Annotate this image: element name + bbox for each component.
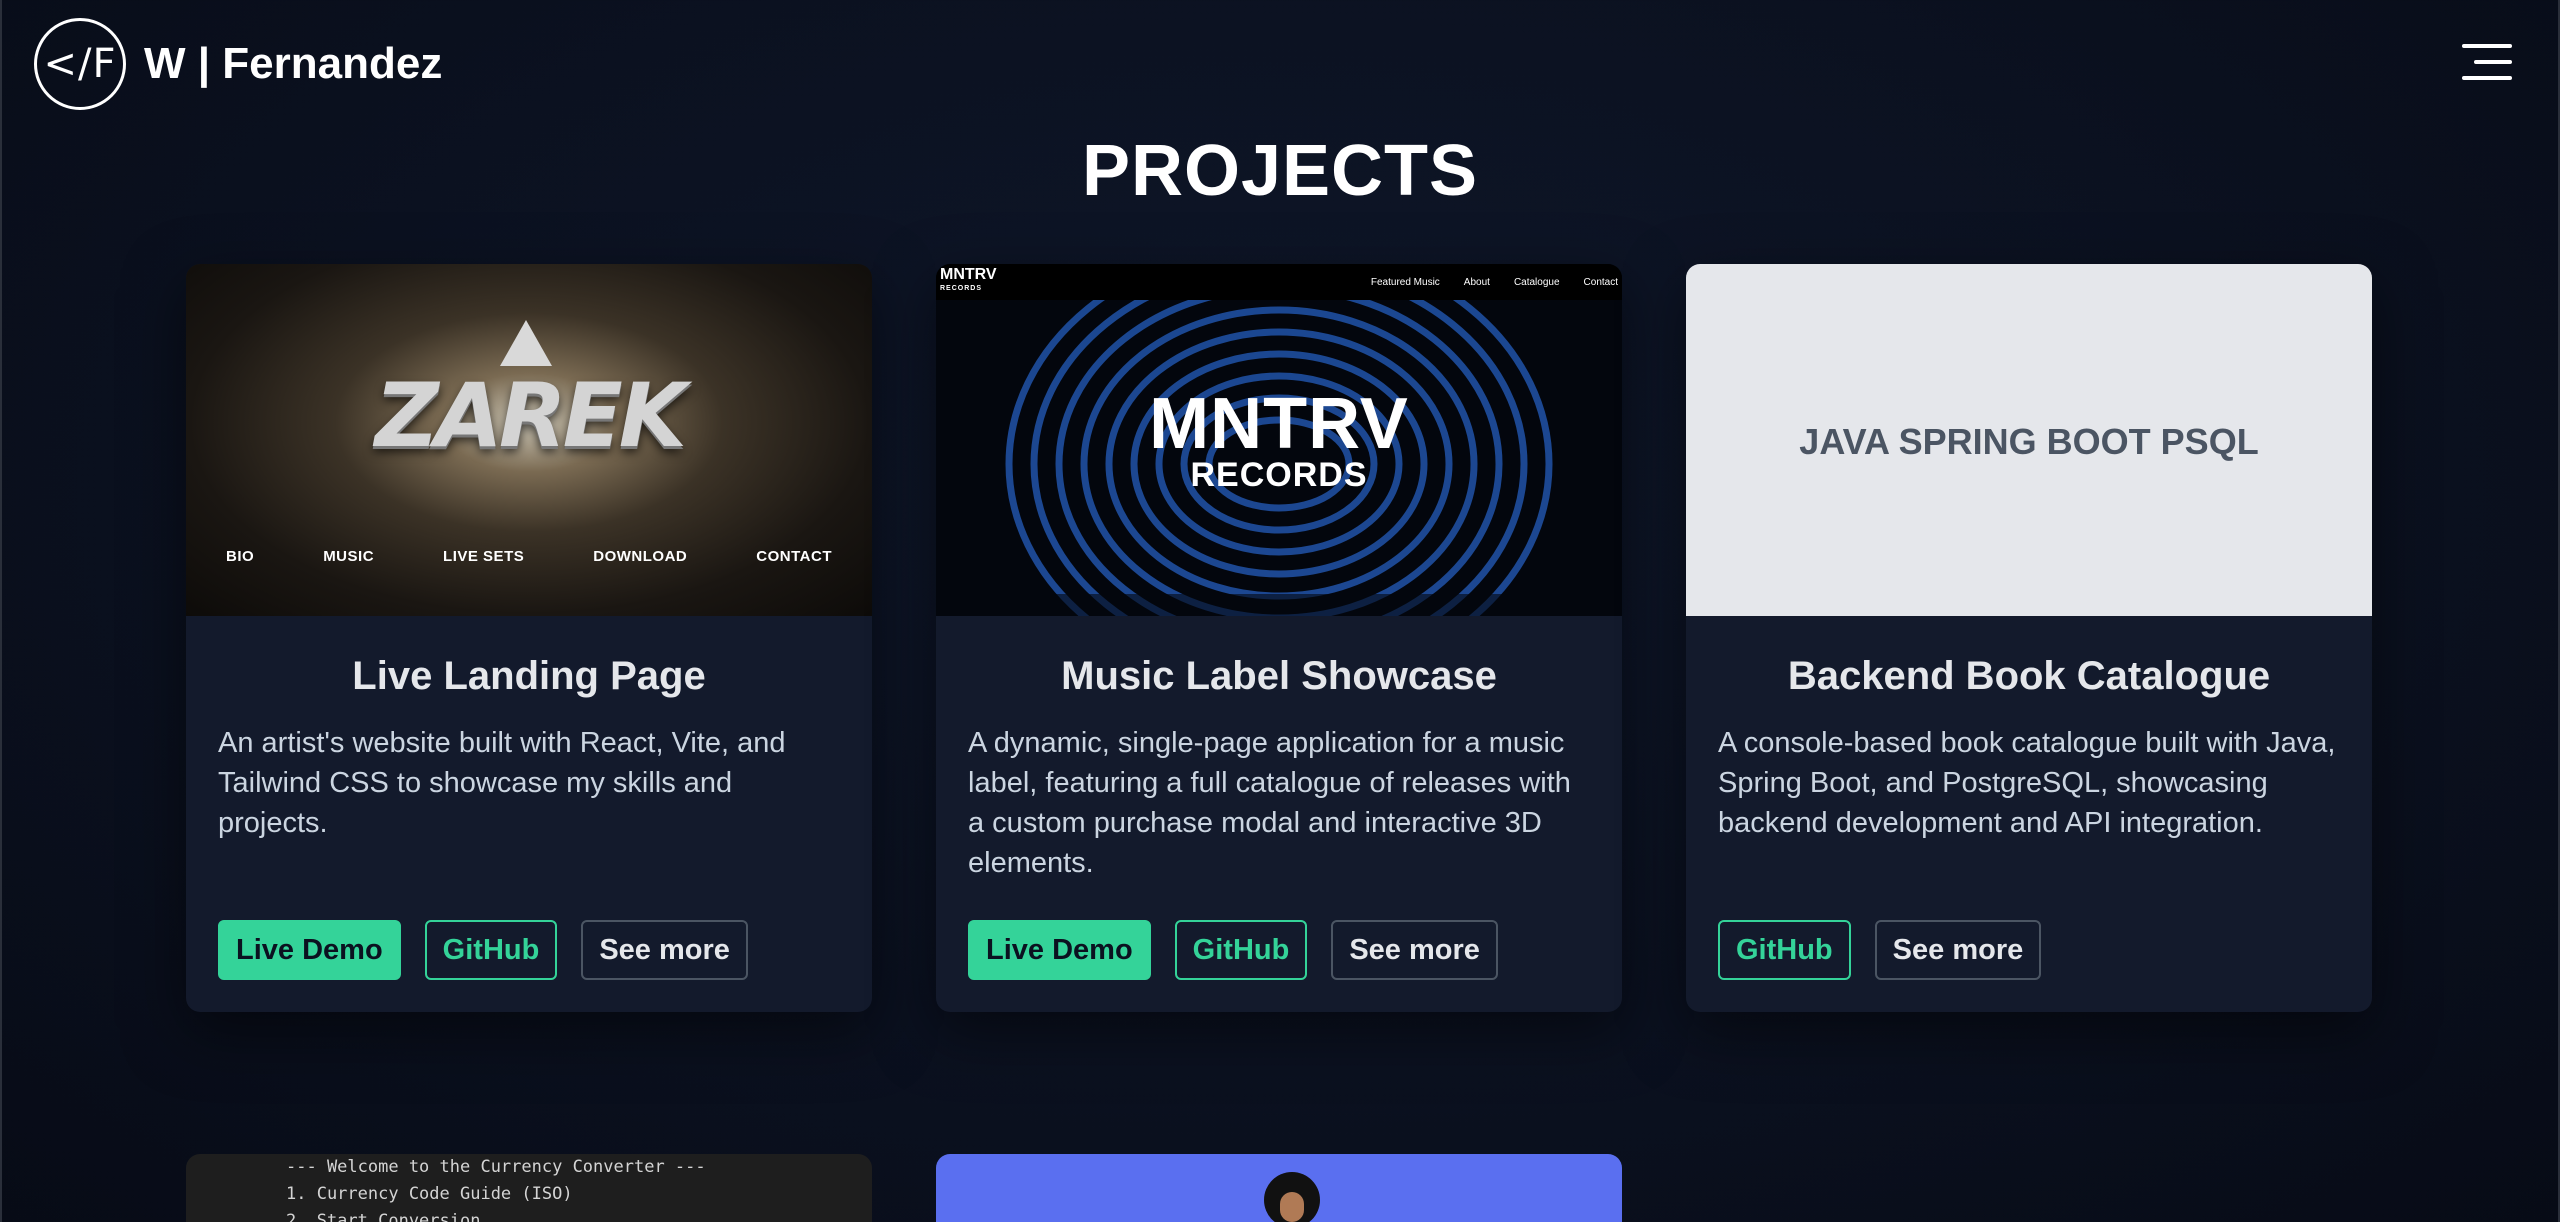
thumbnail-nav-item: Catalogue xyxy=(1513,276,1560,288)
project-thumbnail[interactable]: ZAREK BIO MUSIC LIVE SETS DOWNLOAD CONTA… xyxy=(186,264,872,616)
avatar-face xyxy=(1280,1192,1304,1222)
terminal-line: 2. Start Conversion xyxy=(286,1211,481,1222)
hamburger-menu-icon[interactable] xyxy=(2462,44,2512,82)
site-logo[interactable]: </F W | Fernandez xyxy=(34,18,442,110)
thumbnail-nav-item: BIO xyxy=(226,548,255,565)
thumbnail-nav-item: About xyxy=(1463,276,1490,288)
project-card-live-landing: ZAREK BIO MUSIC LIVE SETS DOWNLOAD CONTA… xyxy=(186,264,872,1012)
thumbnail-nav-item: MUSIC xyxy=(323,548,375,565)
project-description: A dynamic, single-page application for a… xyxy=(968,727,1571,879)
logo-mark: </F xyxy=(34,18,126,110)
thumbnail-nav: BIO MUSIC LIVE SETS DOWNLOAD CONTACT xyxy=(226,548,832,565)
see-more-button[interactable]: See more xyxy=(581,920,748,980)
project-thumbnail[interactable]: MNTRV RECORDS Featured Music About Catal… xyxy=(936,264,1622,616)
project-thumbnail-avatar[interactable] xyxy=(936,1154,1622,1222)
project-actions: GitHub See more xyxy=(1718,920,2042,980)
thumbnail-nav: Featured Music About Catalogue Contact xyxy=(1371,277,1618,288)
thumbnail-text: JAVA SPRING BOOT PSQL xyxy=(1799,421,2259,462)
thumbnail-navbar: MNTRV RECORDS Featured Music About Catal… xyxy=(936,264,1622,300)
live-demo-button[interactable]: Live Demo xyxy=(968,920,1151,980)
see-more-button[interactable]: See more xyxy=(1874,920,2042,980)
terminal-line: --- Welcome to the Currency Converter --… xyxy=(286,1157,706,1177)
thumbnail-subheadline: RECORDS xyxy=(1190,456,1368,494)
project-actions: Live Demo GitHub See more xyxy=(218,920,748,980)
zarek-logo: ZAREK xyxy=(375,364,687,467)
thumbnail-nav-item: Featured Music xyxy=(1370,276,1440,288)
zarek-triangle-icon xyxy=(500,320,552,366)
thumbnail-headline: MNTRV xyxy=(1149,384,1409,464)
thumbnail-brand: MNTRV RECORDS xyxy=(940,266,997,293)
thumbnail-nav-item: DOWNLOAD xyxy=(593,548,688,565)
page-title: PROJECTS xyxy=(1081,131,1479,211)
live-demo-button[interactable]: Live Demo xyxy=(218,920,401,980)
project-description: An artist's website built with React, Vi… xyxy=(218,727,786,839)
logo-name: W | Fernandez xyxy=(144,39,443,88)
project-thumbnail-currency-converter[interactable]: --- Welcome to the Currency Converter --… xyxy=(186,1154,872,1222)
thumbnail-nav-item: LIVE SETS xyxy=(443,548,525,565)
project-title: Music Label Showcase xyxy=(1061,654,1497,698)
project-title: Live Landing Page xyxy=(352,654,706,698)
github-button[interactable]: GitHub xyxy=(1718,920,1851,980)
project-card-music-label: MNTRV RECORDS Featured Music About Catal… xyxy=(936,264,1622,1012)
project-description: A console-based book catalogue built wit… xyxy=(1718,727,2336,839)
project-thumbnail[interactable]: JAVA SPRING BOOT PSQL xyxy=(1686,264,2372,616)
see-more-button[interactable]: See more xyxy=(1331,920,1498,980)
project-title: Backend Book Catalogue xyxy=(1787,654,2271,698)
avatar xyxy=(1264,1172,1320,1222)
project-card-book-catalogue: JAVA SPRING BOOT PSQL Backend Book Catal… xyxy=(1686,264,2372,1012)
thumbnail-nav-item: CONTACT xyxy=(756,548,832,565)
terminal-line: 1. Currency Code Guide (ISO) xyxy=(286,1184,573,1204)
project-actions: Live Demo GitHub See more xyxy=(968,920,1498,980)
github-button[interactable]: GitHub xyxy=(1174,920,1308,980)
thumbnail-nav-item: Contact xyxy=(1583,276,1618,288)
github-button[interactable]: GitHub xyxy=(424,920,558,980)
